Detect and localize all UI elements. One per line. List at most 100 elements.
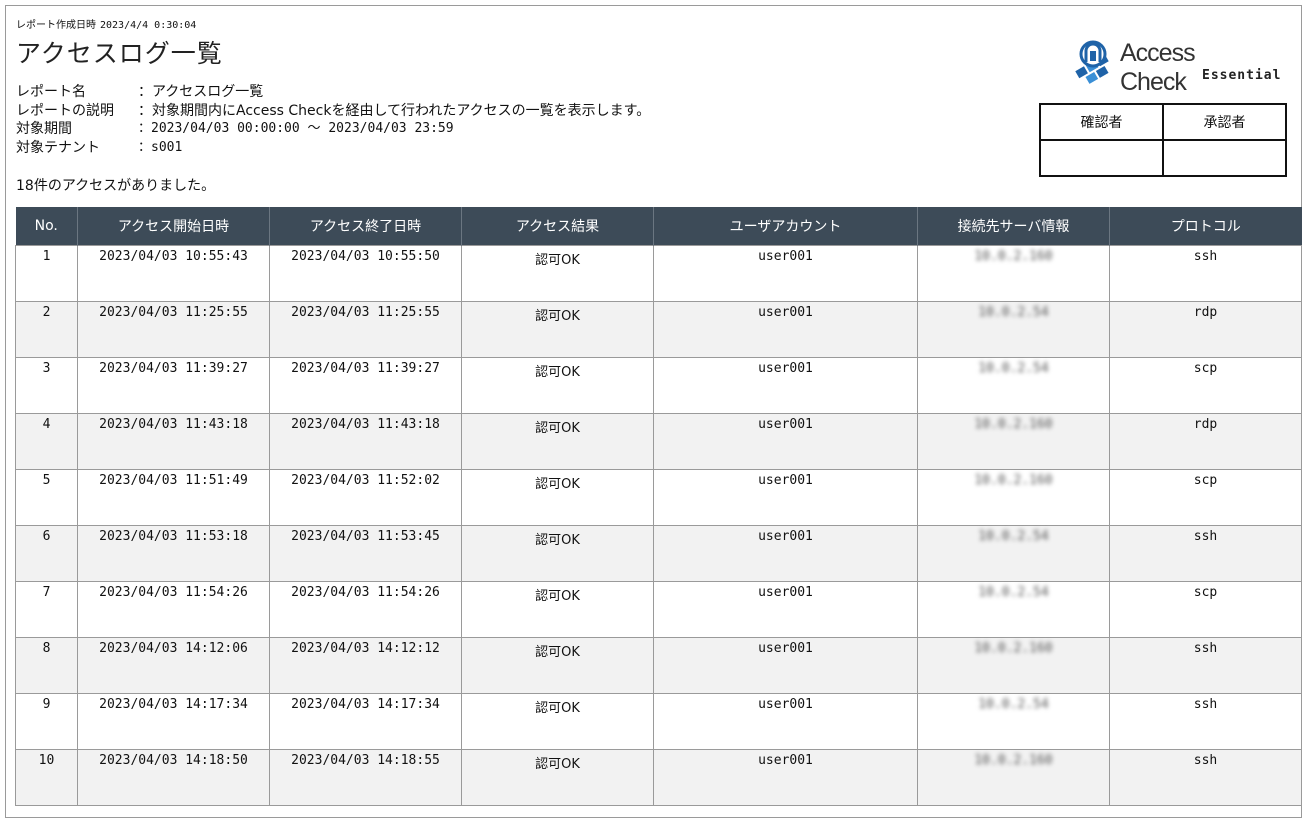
cell-protocol: scp	[1109, 469, 1302, 526]
server-address-blurred: 10.0.2.160	[974, 249, 1053, 264]
cell-end: 2023/04/03 10:55:50	[269, 245, 462, 302]
table-header-row: No. アクセス開始日時 アクセス終了日時 アクセス結果 ユーザアカウント 接続…	[15, 207, 1302, 246]
cell-server: 10.0.2.160	[917, 245, 1110, 302]
cell-protocol: rdp	[1109, 301, 1302, 358]
meta-label: レポートの説明	[16, 102, 114, 119]
cell-server: 10.0.2.54	[917, 693, 1110, 750]
meta-label: 対象テナント	[16, 139, 100, 156]
cell-result: 認可OK	[461, 357, 654, 414]
table-row: 6 2023/04/03 11:53:18 2023/04/03 11:53:4…	[15, 525, 1302, 582]
cell-server: 10.0.2.54	[917, 357, 1110, 414]
server-address-blurred: 10.0.2.54	[978, 529, 1049, 544]
cell-server: 10.0.2.160	[917, 413, 1110, 470]
cell-no: 8	[15, 637, 78, 694]
cell-no: 5	[15, 469, 78, 526]
cell-user: user001	[653, 581, 918, 638]
server-address-blurred: 10.0.2.54	[978, 697, 1049, 712]
server-address-blurred: 10.0.2.160	[974, 473, 1053, 488]
cell-start: 2023/04/03 11:53:18	[77, 525, 270, 582]
cell-user: user001	[653, 749, 918, 806]
meta-value: ：2023/04/03 00:00:00 ～ 2023/04/03 23:59	[138, 121, 454, 136]
cell-result: 認可OK	[461, 581, 654, 638]
cell-start: 2023/04/03 11:51:49	[77, 469, 270, 526]
access-check-logo: Access Check Essential	[1066, 38, 1280, 96]
checker-label: 確認者	[1039, 103, 1164, 141]
cell-start: 2023/04/03 10:55:43	[77, 245, 270, 302]
cell-no: 10	[15, 749, 78, 806]
cell-user: user001	[653, 637, 918, 694]
server-address-blurred: 10.0.2.160	[974, 417, 1053, 432]
cell-user: user001	[653, 693, 918, 750]
report-created-label: レポート作成日時	[16, 20, 96, 31]
cell-result: 認可OK	[461, 749, 654, 806]
cell-end: 2023/04/03 11:52:02	[269, 469, 462, 526]
cell-start: 2023/04/03 14:17:34	[77, 693, 270, 750]
cell-protocol: ssh	[1109, 693, 1302, 750]
cell-server: 10.0.2.54	[917, 525, 1110, 582]
cell-result: 認可OK	[461, 413, 654, 470]
cell-no: 4	[15, 413, 78, 470]
cell-no: 1	[15, 245, 78, 302]
page-title: アクセスログ一覧	[16, 39, 223, 68]
meta-row-report-name: レポート名 ：アクセスログ一覧	[16, 83, 650, 102]
meta-label: レポート名	[16, 84, 86, 100]
column-header-user: ユーザアカウント	[653, 207, 918, 246]
table-row: 2 2023/04/03 11:25:55 2023/04/03 11:25:5…	[15, 301, 1302, 358]
meta-row-period: 対象期間 ：2023/04/03 00:00:00 ～ 2023/04/03 2…	[16, 120, 650, 139]
server-address-blurred: 10.0.2.54	[978, 305, 1049, 320]
meta-value: ：対象期間内にAccess Checkを経由して行われたアクセスの一覧を表示しま…	[138, 102, 651, 119]
cell-start: 2023/04/03 11:25:55	[77, 301, 270, 358]
cell-server: 10.0.2.54	[917, 581, 1110, 638]
meta-row-description: レポートの説明 ：対象期間内にAccess Checkを経由して行われたアクセス…	[16, 102, 650, 121]
cell-user: user001	[653, 301, 918, 358]
cell-protocol: ssh	[1109, 245, 1302, 302]
column-header-protocol: プロトコル	[1109, 207, 1302, 246]
cell-start: 2023/04/03 14:12:06	[77, 637, 270, 694]
report-created-value: 2023/4/4 0:30:04	[100, 20, 197, 31]
cell-protocol: ssh	[1109, 525, 1302, 582]
meta-label: 対象期間	[16, 121, 72, 137]
cell-result: 認可OK	[461, 469, 654, 526]
logo-edition: Essential	[1202, 68, 1282, 83]
table-row: 4 2023/04/03 11:43:18 2023/04/03 11:43:1…	[15, 413, 1302, 470]
cell-protocol: ssh	[1109, 637, 1302, 694]
cell-result: 認可OK	[461, 525, 654, 582]
cell-start: 2023/04/03 14:18:50	[77, 749, 270, 806]
column-header-result: アクセス結果	[461, 207, 654, 246]
column-header-start: アクセス開始日時	[77, 207, 270, 246]
cell-result: 認可OK	[461, 693, 654, 750]
cell-protocol: ssh	[1109, 749, 1302, 806]
server-address-blurred: 10.0.2.54	[978, 361, 1049, 376]
checker-stamp-cell	[1039, 139, 1164, 177]
cell-start: 2023/04/03 11:54:26	[77, 581, 270, 638]
table-row: 9 2023/04/03 14:17:34 2023/04/03 14:17:3…	[15, 693, 1302, 750]
cell-end: 2023/04/03 11:54:26	[269, 581, 462, 638]
meta-value: ：アクセスログ一覧	[138, 84, 264, 100]
report-meta: レポート名 ：アクセスログ一覧 レポートの説明 ：対象期間内にAccess Ch…	[16, 83, 650, 157]
cell-end: 2023/04/03 11:25:55	[269, 301, 462, 358]
cell-end: 2023/04/03 11:39:27	[269, 357, 462, 414]
cell-end: 2023/04/03 11:53:45	[269, 525, 462, 582]
cell-user: user001	[653, 357, 918, 414]
column-header-no: No.	[15, 207, 78, 246]
table-row: 8 2023/04/03 14:12:06 2023/04/03 14:12:1…	[15, 637, 1302, 694]
meta-value: ：s001	[138, 139, 183, 155]
cell-end: 2023/04/03 11:43:18	[269, 413, 462, 470]
approval-box: 確認者 承認者	[1039, 103, 1287, 177]
cell-start: 2023/04/03 11:39:27	[77, 357, 270, 414]
server-address-blurred: 10.0.2.54	[978, 585, 1049, 600]
report-created-timestamp: レポート作成日時 2023/4/4 0:30:04	[16, 16, 196, 31]
table-row: 3 2023/04/03 11:39:27 2023/04/03 11:39:2…	[15, 357, 1302, 414]
cell-result: 認可OK	[461, 245, 654, 302]
server-address-blurred: 10.0.2.160	[974, 753, 1053, 768]
meta-row-tenant: 対象テナント ：s001	[16, 139, 650, 158]
cell-result: 認可OK	[461, 301, 654, 358]
cell-end: 2023/04/03 14:17:34	[269, 693, 462, 750]
cell-no: 2	[15, 301, 78, 358]
cell-server: 10.0.2.54	[917, 301, 1110, 358]
cell-user: user001	[653, 525, 918, 582]
cell-end: 2023/04/03 14:12:12	[269, 637, 462, 694]
access-check-logo-icon	[1075, 40, 1109, 84]
access-log-table: No. アクセス開始日時 アクセス終了日時 アクセス結果 ユーザアカウント 接続…	[15, 207, 1302, 806]
cell-server: 10.0.2.160	[917, 637, 1110, 694]
